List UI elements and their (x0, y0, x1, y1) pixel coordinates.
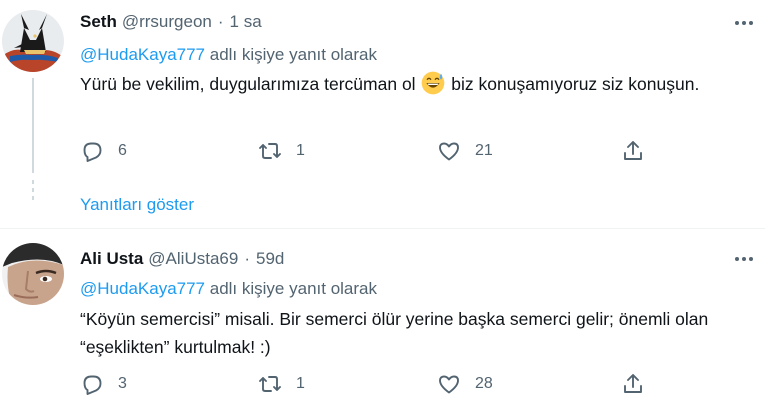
tweet-actions: 6 1 21 (80, 139, 660, 169)
grinning-face-with-sweat-icon (422, 71, 445, 95)
retweet-icon (259, 376, 281, 392)
tweet-header: Seth @rrsurgeon · 1 sa (80, 12, 262, 32)
reply-button[interactable]: 6 (80, 139, 127, 163)
timestamp[interactable]: 59d (256, 249, 284, 269)
anubis-avatar-image (2, 10, 64, 72)
avatar[interactable] (2, 10, 64, 72)
reply-icon (83, 375, 102, 395)
reply-mention-link[interactable]: @HudaKaya777 (80, 279, 205, 298)
retweet-count: 1 (296, 142, 305, 159)
like-button[interactable]: 21 (437, 139, 493, 163)
tweet-text: Yürü be vekilim, duygularımıza tercüman … (80, 70, 750, 98)
reply-mention-link[interactable]: @HudaKaya777 (80, 45, 205, 64)
timestamp[interactable]: 1 sa (230, 12, 262, 32)
tweet-text-part-1: Yürü be vekilim, duygularımıza tercüman … (80, 74, 421, 94)
tweet-ali-usta[interactable]: Ali Usta @AliUsta69 · 59d @HudaKaya777 a… (0, 229, 765, 405)
retweet-count: 1 (296, 375, 305, 392)
show-replies-link[interactable]: Yanıtları göster (80, 195, 194, 215)
tweet-seth[interactable]: Seth @rrsurgeon · 1 sa @HudaKaya777 adlı… (0, 0, 765, 228)
reply-count: 3 (118, 375, 127, 392)
share-icon (624, 374, 642, 393)
user-handle[interactable]: @AliUsta69 (148, 249, 238, 269)
thread-dots (32, 180, 34, 204)
like-count: 28 (475, 375, 493, 392)
thread-line (32, 78, 34, 173)
more-options-icon[interactable] (735, 21, 753, 25)
retweet-icon (259, 143, 281, 159)
reply-icon (83, 142, 102, 162)
reply-context-label: adlı kişiye yanıt olarak (209, 279, 377, 298)
display-name[interactable]: Ali Usta (80, 249, 143, 269)
more-options-icon[interactable] (735, 257, 753, 261)
avatar[interactable] (2, 243, 64, 305)
profile-photo-image (2, 243, 64, 305)
tweet-text-part-2: biz konuşamıyoruz siz konuşun. (446, 74, 700, 94)
tweet-header: Ali Usta @AliUsta69 · 59d (80, 249, 284, 269)
separator-dot: · (244, 249, 250, 268)
tweet-actions: 3 1 28 (80, 372, 660, 402)
reply-context: @HudaKaya777 adlı kişiye yanıt olarak (80, 279, 377, 299)
share-button[interactable] (621, 372, 645, 396)
separator-dot: · (217, 12, 224, 31)
reply-context: @HudaKaya777 adlı kişiye yanıt olarak (80, 45, 377, 65)
display-name[interactable]: Seth (80, 12, 117, 32)
reply-count: 6 (118, 142, 127, 159)
like-button[interactable]: 28 (437, 372, 493, 396)
reply-button[interactable]: 3 (80, 372, 127, 396)
reply-context-label: adlı kişiye yanıt olarak (209, 45, 377, 64)
like-count: 21 (475, 142, 493, 159)
user-handle[interactable]: @rrsurgeon (122, 12, 212, 32)
share-icon (624, 141, 642, 160)
retweet-button[interactable]: 1 (258, 372, 305, 396)
retweet-button[interactable]: 1 (258, 139, 305, 163)
heart-icon (439, 142, 459, 161)
tweet-text: “Köyün semercisi” misali. Bir semerci öl… (80, 309, 709, 357)
share-button[interactable] (621, 139, 645, 163)
heart-icon (439, 375, 459, 394)
